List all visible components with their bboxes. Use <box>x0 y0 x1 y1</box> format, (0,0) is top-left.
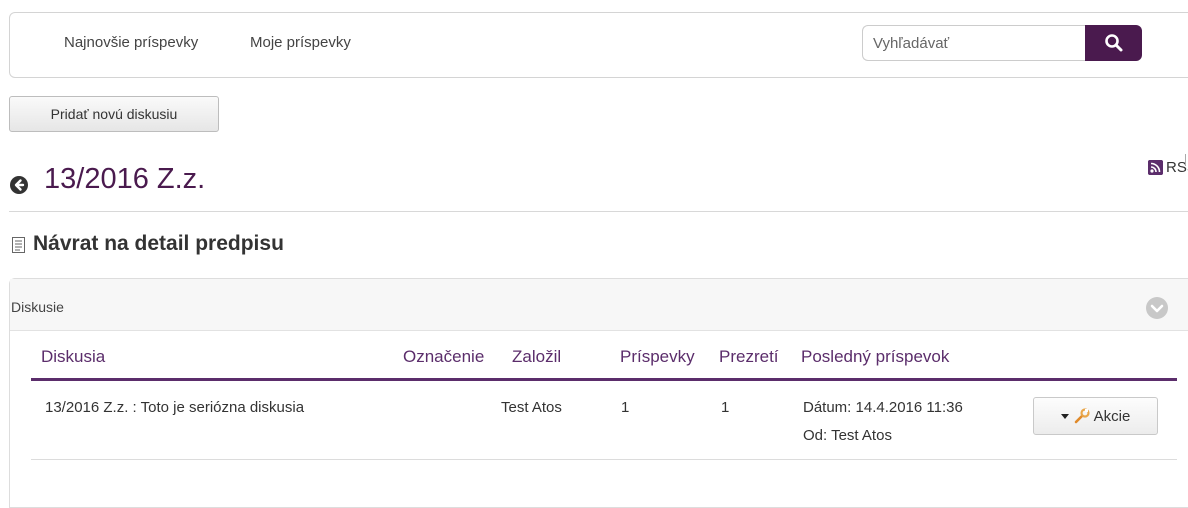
search-input[interactable] <box>862 25 1086 61</box>
column-header-views[interactable]: Prezretí <box>719 347 779 367</box>
caret-down-icon <box>1060 413 1069 419</box>
search-button[interactable] <box>1085 25 1142 61</box>
actions-label: Akcie <box>1093 407 1131 425</box>
discussions-panel: Diskusie <box>9 278 1188 508</box>
column-header-posts[interactable]: Príspevky <box>620 347 695 367</box>
panel-title: Diskusie <box>11 299 64 315</box>
chevron-down-circle-icon[interactable] <box>1146 297 1168 319</box>
actions-dropdown-button[interactable]: Akcie <box>1033 397 1158 435</box>
table-row-divider <box>31 459 1177 460</box>
last-post-date: Dátum: 14.4.2016 11:36 <box>803 399 963 416</box>
column-header-discussion[interactable]: Diskusia <box>41 347 105 367</box>
discussion-author: Test Atos <box>501 399 562 416</box>
rss-icon <box>1148 160 1163 175</box>
divider <box>1185 154 1186 166</box>
discussion-title-link[interactable]: 13/2016 Z.z. : Toto je seriózna diskusia <box>45 399 304 416</box>
wrench-icon <box>1074 408 1090 424</box>
column-header-label[interactable]: Označenie <box>403 347 484 367</box>
column-header-author[interactable]: Založil <box>512 347 561 367</box>
document-icon <box>12 237 25 253</box>
discussion-views-count: 1 <box>721 399 730 416</box>
nav-latest-posts[interactable]: Najnovšie príspevky <box>64 34 198 51</box>
divider <box>9 211 1188 212</box>
panel-header: Diskusie <box>10 279 1188 331</box>
discussion-posts-count: 1 <box>621 399 630 416</box>
arrow-left-circle-icon[interactable] <box>10 176 28 194</box>
column-header-last-post[interactable]: Posledný príspevok <box>801 347 949 367</box>
add-discussion-button[interactable]: Pridať novú diskusiu <box>9 96 219 132</box>
table-header-rule <box>31 378 1177 381</box>
search-icon <box>1104 34 1122 52</box>
rss-link[interactable]: RSS <box>1148 159 1188 176</box>
return-to-detail-link[interactable]: Návrat na detail predpisu <box>33 232 284 256</box>
nav-my-posts[interactable]: Moje príspevky <box>250 34 351 51</box>
page-title: 13/2016 Z.z. <box>44 163 206 195</box>
last-post-author: Od: Test Atos <box>803 427 892 444</box>
